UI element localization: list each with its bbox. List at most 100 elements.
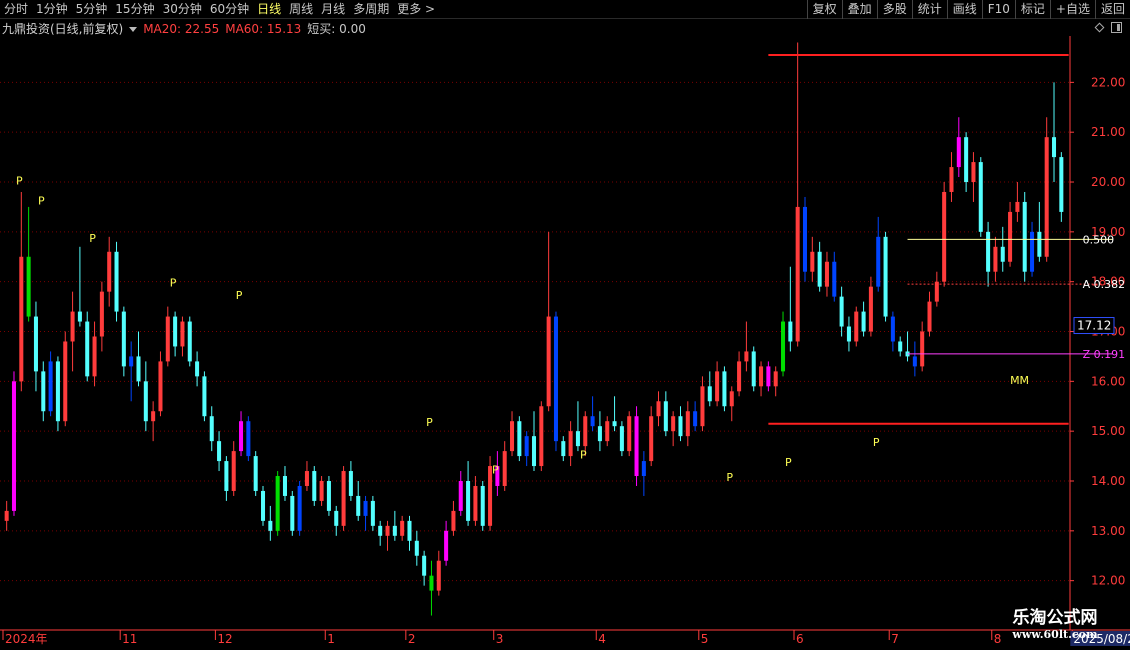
x-tick-label: 2024年 xyxy=(5,632,48,646)
candle-body xyxy=(766,366,771,387)
candle-body xyxy=(473,485,478,521)
tab-2[interactable]: 5分钟 xyxy=(72,0,112,19)
p-marker: P xyxy=(492,464,499,477)
candle-body xyxy=(597,426,602,442)
candle-body xyxy=(810,251,815,272)
tool-button-1[interactable]: 叠加 xyxy=(841,0,877,19)
tab-9[interactable]: 多周期 xyxy=(349,0,393,19)
candle-body xyxy=(1059,157,1064,212)
x-tick-label: 12 xyxy=(217,632,232,646)
candle-body xyxy=(802,206,808,272)
candle-body xyxy=(217,441,222,462)
candle-body xyxy=(429,575,434,591)
watermark-url: www.60lt.com xyxy=(1012,628,1098,641)
tool-button-7[interactable]: +自选 xyxy=(1049,0,1095,19)
candle-body xyxy=(737,361,742,392)
tab-4[interactable]: 30分钟 xyxy=(159,0,206,19)
candle-body xyxy=(173,316,178,347)
panel-toggle-icon[interactable] xyxy=(1111,22,1122,33)
candle-body xyxy=(400,520,405,536)
candle-body xyxy=(890,316,895,342)
candle-body xyxy=(920,331,925,367)
candle-body xyxy=(1015,201,1020,212)
tab-5[interactable]: 60分钟 xyxy=(206,0,253,19)
candle-body xyxy=(700,386,705,427)
candle-body xyxy=(605,421,610,442)
x-tick-label: 3 xyxy=(496,632,504,646)
candle-body xyxy=(209,416,214,442)
candle-body xyxy=(1030,231,1035,272)
tool-button-6[interactable]: 标记 xyxy=(1014,0,1050,19)
candle-body xyxy=(451,510,456,531)
candle-body xyxy=(678,416,683,437)
p-marker: P xyxy=(726,471,733,484)
p-marker: P xyxy=(426,416,433,429)
candle-body xyxy=(531,436,537,467)
candle-body xyxy=(4,510,9,521)
tab-10[interactable]: 更多 > xyxy=(393,0,439,19)
candle-body xyxy=(92,336,97,377)
candle-body xyxy=(832,261,837,297)
candle-body xyxy=(722,371,727,407)
candle-body xyxy=(370,500,375,526)
candle-body xyxy=(634,416,639,477)
mm-label: MM xyxy=(1010,374,1029,387)
x-tick-label: 6 xyxy=(796,632,804,646)
candle-body xyxy=(612,421,617,427)
candle-body xyxy=(949,167,954,192)
y-tick-label: 12.00 xyxy=(1091,574,1125,588)
tab-6[interactable]: 日线 xyxy=(253,0,285,19)
candle-body xyxy=(77,311,82,322)
candle-body xyxy=(480,485,485,526)
tool-button-5[interactable]: F10 xyxy=(981,0,1015,19)
candle-body xyxy=(685,411,690,437)
candle-body xyxy=(385,525,390,536)
fib-a-0382-label: A 0.382 xyxy=(1083,278,1126,291)
candle-body xyxy=(846,326,851,342)
ma20-value: MA20: 22.55 xyxy=(143,22,220,36)
p-marker: P xyxy=(580,449,587,462)
candle-body xyxy=(751,351,756,387)
candle-body xyxy=(414,540,419,556)
fib-0500-label: 0.500 xyxy=(1083,233,1115,246)
candle-body xyxy=(466,481,471,521)
x-tick-label: 4 xyxy=(598,632,606,646)
candle-body xyxy=(715,371,720,402)
candle-body xyxy=(363,500,368,516)
diamond-icon[interactable] xyxy=(1094,22,1105,33)
kline-chart[interactable]: 22.0021.0020.0019.0018.0017.0016.0015.00… xyxy=(0,0,1130,650)
chevron-down-icon[interactable] xyxy=(129,26,138,32)
candle-body xyxy=(136,356,141,382)
tab-0[interactable]: 分时 xyxy=(0,0,32,19)
candle-body xyxy=(356,495,361,516)
tab-8[interactable]: 月线 xyxy=(317,0,349,19)
candle-body xyxy=(107,251,112,292)
candle-body xyxy=(319,481,324,501)
tool-button-8[interactable]: 返回 xyxy=(1094,0,1130,19)
candle-body xyxy=(312,471,317,501)
tab-1[interactable]: 1分钟 xyxy=(32,0,72,19)
candle-body xyxy=(282,476,287,496)
candle-body xyxy=(510,421,515,452)
candle-body xyxy=(290,495,295,531)
candle-body xyxy=(11,381,17,511)
tool-button-0[interactable]: 复权 xyxy=(806,0,842,19)
candle-body xyxy=(165,316,170,362)
candle-body xyxy=(663,401,668,432)
tab-7[interactable]: 周线 xyxy=(285,0,317,19)
candle-body xyxy=(561,441,566,457)
short-buy-value: 短买: 0.00 xyxy=(307,22,366,36)
tool-button-4[interactable]: 画线 xyxy=(946,0,982,19)
tool-button-2[interactable]: 多股 xyxy=(876,0,912,19)
candle-body xyxy=(854,311,859,342)
tab-3[interactable]: 15分钟 xyxy=(111,0,158,19)
candle-body xyxy=(971,162,976,183)
candle-body xyxy=(868,286,873,332)
candle-body xyxy=(392,525,397,536)
tool-button-3[interactable]: 统计 xyxy=(911,0,947,19)
candle-body xyxy=(444,530,449,561)
current-price-label: 17.12 xyxy=(1077,319,1111,333)
candle-body xyxy=(583,416,588,447)
corner-icons xyxy=(1094,22,1122,33)
watermark: 乐淘公式网 www.60lt.com xyxy=(985,608,1125,642)
